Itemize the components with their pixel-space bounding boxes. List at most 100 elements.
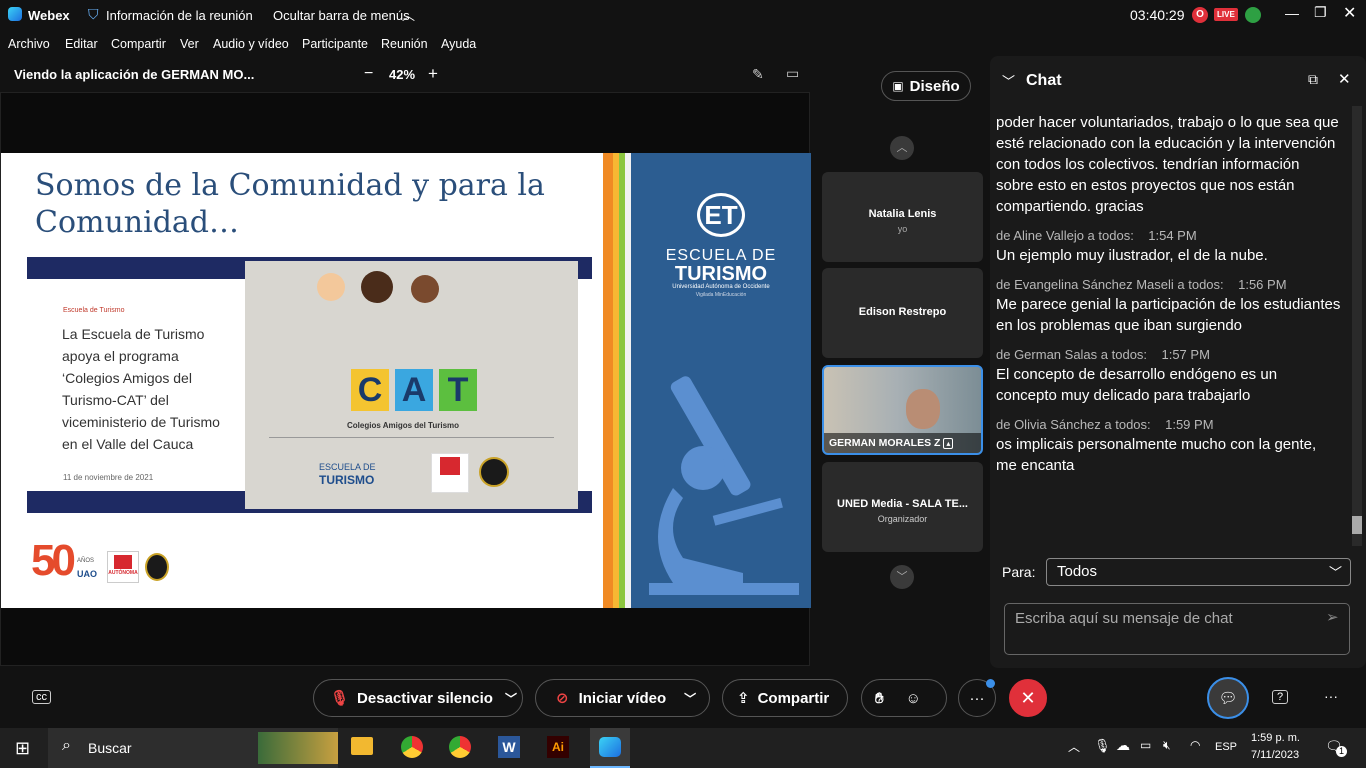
inner-tag: Escuela de Turismo bbox=[63, 307, 125, 314]
uao-logo: AUTÓNOMA bbox=[107, 551, 139, 583]
hide-menu-button[interactable]: Ocultar barra de menús bbox=[273, 8, 410, 23]
windows-taskbar: ⊞ ⌕ Buscar W Ai ︿ 🎙︎ ☁ ▭ 🔇︎ ◠ ESP 1:59 p… bbox=[0, 728, 1366, 768]
inner-slide-frame: Escuela de Turismo La Escuela de Turismo… bbox=[27, 257, 592, 513]
language-indicator[interactable]: ESP bbox=[1215, 741, 1237, 753]
cat-letter-a: A bbox=[395, 369, 433, 411]
layout-button[interactable]: ▣ Diseño bbox=[881, 71, 971, 101]
record-icon[interactable]: O bbox=[1192, 7, 1208, 23]
zoom-level: 42% bbox=[389, 67, 416, 82]
mini-acred-logo bbox=[479, 457, 509, 487]
collapse-chevron-icon[interactable]: ﹀ bbox=[1002, 71, 1015, 90]
emoji-icon[interactable]: ☺ bbox=[906, 690, 921, 707]
mini-uao-logo bbox=[431, 453, 469, 493]
menu-participante[interactable]: Participante bbox=[302, 37, 368, 51]
annotate-icon[interactable]: ✎ bbox=[752, 66, 764, 83]
close-window-icon[interactable]: ✕ bbox=[1343, 3, 1356, 23]
participant-tile-german[interactable]: GERMAN MORALES Z ▴ bbox=[822, 365, 983, 455]
chat-message-text: Un ejemplo muy ilustrador, el de la nube… bbox=[996, 247, 1268, 264]
reactions-group[interactable]: ✋︎ ☺ bbox=[861, 679, 947, 717]
notification-dot bbox=[986, 679, 995, 688]
presentation-slide: Somos de la Comunidad y para la Comunida… bbox=[1, 153, 811, 608]
popout-icon[interactable]: ▭ bbox=[786, 65, 799, 82]
participant-tile-edison[interactable]: Edison Restrepo bbox=[822, 268, 983, 358]
chevron-up-icon[interactable]: ︿ bbox=[402, 5, 415, 24]
zoom-out-button[interactable]: − bbox=[364, 65, 373, 83]
stripe-orange bbox=[603, 153, 613, 608]
clock-date[interactable]: 7/11/2023 bbox=[1251, 749, 1299, 761]
shared-content-area[interactable]: Somos de la Comunidad y para la Comunida… bbox=[0, 92, 811, 666]
app-name: Webex bbox=[28, 8, 70, 23]
chat-meta: de German Salas a todos: 1:57 PM bbox=[996, 347, 1210, 362]
close-chat-icon[interactable]: ✕ bbox=[1338, 70, 1351, 88]
start-video-button[interactable]: ⊘ Iniciar vídeo ﹀ bbox=[535, 679, 710, 717]
mic-tray-icon[interactable]: 🎙︎ bbox=[1094, 738, 1111, 754]
chrome-profile-icon[interactable] bbox=[449, 736, 471, 758]
chrome-icon[interactable] bbox=[401, 736, 423, 758]
meeting-controls: cc 🎙︎ Desactivar silencio ﹀ ⊘ Iniciar ví… bbox=[0, 670, 1366, 728]
search-icon: ⌕ bbox=[62, 737, 71, 754]
school-sub: Universidad Autónoma de Occidente bbox=[672, 284, 770, 290]
scroll-up-icon[interactable]: ︿ bbox=[890, 136, 914, 160]
unmute-button[interactable]: 🎙︎ Desactivar silencio ﹀ bbox=[313, 679, 523, 717]
inner-text: La Escuela de Turismo apoya el programa … bbox=[62, 326, 220, 452]
menu-compartir[interactable]: Compartir bbox=[111, 37, 166, 51]
live-badge[interactable]: LIVE bbox=[1214, 8, 1238, 21]
illustrator-icon[interactable]: Ai bbox=[547, 736, 569, 758]
send-icon[interactable]: ➢ bbox=[1326, 608, 1339, 626]
speaker-muted-icon[interactable]: 🔇︎ bbox=[1163, 738, 1171, 753]
menu-ver[interactable]: Ver bbox=[180, 37, 199, 51]
chat-scrollbar[interactable] bbox=[1352, 106, 1362, 546]
scroll-down-icon[interactable]: ﹀ bbox=[890, 565, 914, 589]
leave-button[interactable]: ✕ bbox=[1009, 679, 1047, 717]
search-highlight-image bbox=[258, 732, 338, 764]
menu-ayuda[interactable]: Ayuda bbox=[441, 37, 476, 51]
inner-date: 11 de noviembre de 2021 bbox=[63, 473, 154, 482]
chat-meta: de Olivia Sánchez a todos: 1:59 PM bbox=[996, 417, 1214, 432]
participant-tile-natalia[interactable]: Natalia Lenis yo bbox=[822, 172, 983, 262]
captions-icon[interactable]: cc bbox=[32, 690, 51, 704]
webex-taskbar-icon[interactable] bbox=[590, 728, 630, 768]
chat-messages[interactable]: poder hacer voluntariados, trabajo o lo … bbox=[996, 102, 1341, 552]
chat-toggle-button[interactable]: 💬︎ bbox=[1207, 677, 1249, 719]
cat-letter-t: T bbox=[439, 369, 477, 411]
word-icon[interactable]: W bbox=[498, 736, 520, 758]
title-bar: Webex ⛉ Información de la reunión Oculta… bbox=[0, 0, 1366, 30]
menu-archivo[interactable]: Archivo bbox=[8, 37, 50, 51]
recipient-select[interactable]: Todos ﹀ bbox=[1046, 558, 1351, 586]
school-line2: TURISMO bbox=[674, 263, 768, 285]
meeting-info-button[interactable]: Información de la reunión bbox=[106, 8, 253, 23]
chat-message-text: os implicais personalmente mucho con la … bbox=[996, 436, 1317, 474]
battery-icon[interactable]: ▭ bbox=[1140, 738, 1151, 752]
mic-muted-icon: 🎙︎ bbox=[330, 690, 350, 707]
chevron-down-icon: ﹀ bbox=[1328, 565, 1342, 580]
logo-50-years: 50 bbox=[31, 536, 76, 585]
signal-icon[interactable] bbox=[1245, 7, 1261, 23]
chat-message-text: Me parece genial la participación de los… bbox=[996, 296, 1341, 334]
restore-icon[interactable]: ❐ bbox=[1314, 4, 1327, 21]
cat-letter-c: C bbox=[351, 369, 389, 411]
search-label: Buscar bbox=[88, 740, 132, 756]
search-box[interactable]: ⌕ Buscar bbox=[48, 728, 338, 768]
file-explorer-icon[interactable] bbox=[351, 737, 373, 755]
minimize-icon[interactable]: — bbox=[1285, 5, 1299, 21]
menu-audio-video[interactable]: Audio y vídeo bbox=[213, 37, 289, 51]
zoom-in-button[interactable]: + bbox=[428, 64, 438, 84]
menu-reunion[interactable]: Reunión bbox=[381, 37, 428, 51]
clock-time[interactable]: 1:59 p. m. bbox=[1251, 732, 1300, 744]
screen-share-icon: ▴ bbox=[943, 438, 954, 449]
popout-chat-icon[interactable]: ⧉ bbox=[1308, 71, 1318, 88]
menu-editar[interactable]: Editar bbox=[65, 37, 98, 51]
more-dots-icon[interactable]: ··· bbox=[1324, 688, 1338, 704]
tray-chevron-icon[interactable]: ︿ bbox=[1068, 738, 1080, 755]
windows-start-icon[interactable]: ⊞ bbox=[15, 738, 30, 759]
share-button[interactable]: ⇪ Compartir bbox=[722, 679, 848, 717]
help-button[interactable]: ? bbox=[1272, 690, 1289, 704]
participant-tile-uned[interactable]: UNED Media - SALA TE... Organizador bbox=[822, 462, 983, 552]
cloud-icon[interactable]: ☁ bbox=[1116, 737, 1130, 754]
microscope-icon bbox=[649, 376, 799, 595]
slide-title: Somos de la Comunidad y para la Comunida… bbox=[35, 168, 545, 240]
raise-hand-icon[interactable]: ✋︎ bbox=[875, 690, 884, 707]
layout-icon: ▣ bbox=[892, 79, 904, 93]
wifi-icon[interactable]: ◠ bbox=[1190, 738, 1200, 752]
chat-input[interactable]: Escriba aquí su mensaje de chat bbox=[1004, 603, 1350, 655]
